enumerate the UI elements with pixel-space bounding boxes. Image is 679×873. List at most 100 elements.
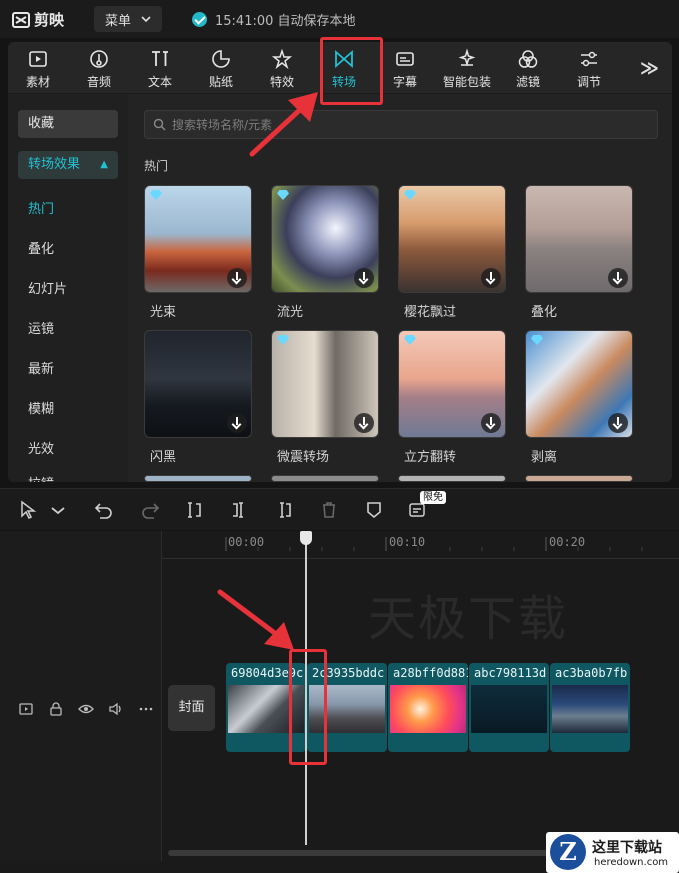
transition-card-cherry-blossom[interactable]: [398, 185, 506, 293]
clip-thumbnail: [552, 685, 628, 733]
transition-card-partial[interactable]: [144, 475, 252, 482]
video-track-icon[interactable]: [18, 701, 34, 717]
timeline-clip[interactable]: a28bff0d881: [388, 663, 468, 752]
category-label: 转场效果: [28, 157, 81, 172]
volume-icon[interactable]: [108, 701, 124, 717]
card-label: 叠化: [531, 305, 558, 320]
tab-text[interactable]: 文本: [132, 48, 188, 90]
sidebar-item-camera-move[interactable]: 运镜: [28, 318, 54, 337]
trim-right-icon: [280, 502, 291, 518]
tab-adjust[interactable]: 调节: [561, 48, 617, 90]
smart-pack-icon: [458, 48, 476, 67]
clip-name: a28bff0d881: [393, 666, 468, 680]
tab-label: 贴纸: [208, 75, 233, 89]
split-icon: [188, 502, 201, 518]
menu-label: 菜单: [104, 13, 131, 29]
tab-media[interactable]: 素材: [10, 48, 66, 90]
transition-card-dissolve[interactable]: [525, 185, 633, 293]
adjust-icon: [581, 51, 597, 67]
vip-diamond-icon: [277, 335, 289, 345]
time-ruler[interactable]: 00:00 00:10 00:20: [162, 531, 679, 559]
section-title: 热门: [144, 159, 169, 173]
search-box[interactable]: [144, 110, 658, 139]
shield-icon: [367, 502, 381, 519]
undo-button[interactable]: [94, 500, 114, 520]
transition-card-beam[interactable]: [144, 185, 252, 293]
transition-card-partial[interactable]: [525, 475, 633, 482]
search-input[interactable]: [172, 117, 612, 132]
red-arrow-icon: [217, 589, 294, 650]
sidebar-item-latest[interactable]: 最新: [28, 358, 54, 377]
sidebar-item-zoom[interactable]: 拉镜: [28, 473, 54, 482]
transition-card-cube-flip[interactable]: [398, 330, 506, 438]
vip-diamond-icon: [404, 335, 416, 345]
card-label: 立方翻转: [404, 450, 457, 465]
site-badge: Z 这里下载站 heredown.com: [546, 832, 679, 873]
tab-effect[interactable]: 特效: [254, 48, 310, 90]
transition-category-button[interactable]: 转场效果 ▲: [18, 151, 118, 179]
autosave-text: 15:41:00 自动保存本地: [215, 14, 356, 29]
tab-label: 音频: [86, 75, 111, 89]
download-icon[interactable]: [481, 413, 501, 433]
capcut-logo-icon: [12, 11, 30, 28]
tab-subtitle[interactable]: 字幕: [377, 48, 433, 90]
sidebar-item-blur[interactable]: 模糊: [28, 398, 54, 417]
redo-button[interactable]: [140, 500, 160, 520]
marker-button[interactable]: [364, 500, 384, 520]
chevron-down-icon: [51, 507, 65, 515]
clip-name: abc798113d: [474, 666, 547, 680]
transition-card-partial[interactable]: [271, 475, 379, 482]
select-tool[interactable]: [18, 500, 38, 520]
cursor-icon: [21, 500, 37, 520]
site-url: heredown.com: [594, 857, 669, 868]
transition-card-peel[interactable]: [525, 330, 633, 438]
card-label: 光束: [150, 305, 177, 320]
download-icon[interactable]: [354, 413, 374, 433]
sticker-icon: [212, 50, 230, 68]
split-button[interactable]: [184, 500, 204, 520]
redo-icon: [142, 503, 160, 519]
check-icon: [192, 12, 207, 27]
select-mode-dropdown[interactable]: [48, 500, 65, 520]
delete-left-button[interactable]: [229, 500, 249, 520]
tab-audio[interactable]: 音频: [71, 48, 127, 90]
download-icon[interactable]: [227, 268, 247, 288]
timeline-clip[interactable]: abc798113d: [469, 663, 549, 752]
more-icon[interactable]: [138, 701, 154, 717]
transition-card-partial[interactable]: [398, 475, 506, 482]
download-icon[interactable]: [608, 268, 628, 288]
sidebar-item-dissolve[interactable]: 叠化: [28, 238, 54, 257]
sidebar-item-slideshow[interactable]: 幻灯片: [28, 278, 67, 297]
audio-icon: [90, 50, 108, 68]
cover-button[interactable]: 封面: [168, 685, 215, 731]
favorites-button[interactable]: 收藏: [18, 110, 118, 138]
playhead-handle[interactable]: [300, 531, 312, 545]
timeline-clip[interactable]: ac3ba0b7fb: [550, 663, 630, 752]
transition-sidebar: 收藏 转场效果 ▲ 热门 叠化 幻灯片 运镜 最新 模糊 光效 拉镜: [8, 95, 128, 482]
transition-card-flash-black[interactable]: [144, 330, 252, 438]
delete-right-button[interactable]: [274, 500, 294, 520]
more-tabs-button[interactable]: ≫: [640, 58, 659, 79]
tab-filter[interactable]: 滤镜: [500, 48, 556, 90]
trim-left-icon: [233, 502, 243, 518]
transition-card-streamer[interactable]: [271, 185, 379, 293]
eye-icon[interactable]: [78, 701, 94, 717]
trash-icon: [323, 502, 335, 518]
sidebar-item-light[interactable]: 光效: [28, 438, 54, 457]
card-label: 樱花飘过: [404, 305, 457, 320]
download-icon[interactable]: [354, 268, 374, 288]
lock-icon[interactable]: [48, 701, 64, 717]
app-name: 剪映: [34, 11, 65, 29]
sidebar-item-hot[interactable]: 热门: [28, 198, 54, 217]
vip-diamond-icon: [531, 335, 543, 345]
tab-sticker[interactable]: 贴纸: [193, 48, 249, 90]
download-icon[interactable]: [481, 268, 501, 288]
tab-smart-pack[interactable]: 智能包装: [438, 48, 496, 90]
menu-button[interactable]: 菜单: [94, 6, 162, 32]
download-icon[interactable]: [227, 413, 247, 433]
transition-card-micro-shake[interactable]: [271, 330, 379, 438]
delete-button[interactable]: [319, 500, 339, 520]
media-icon: [29, 51, 47, 67]
download-icon[interactable]: [608, 413, 628, 433]
site-logo-icon: Z: [550, 834, 586, 870]
